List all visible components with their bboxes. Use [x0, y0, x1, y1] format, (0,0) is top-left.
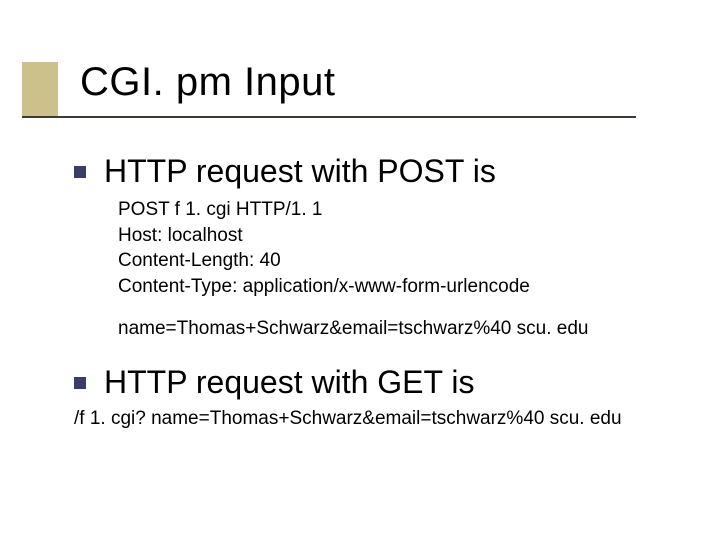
- bullet-text-get: HTTP request with GET is: [104, 365, 474, 400]
- post-host-header: Host: localhost: [118, 223, 690, 249]
- slide: CGI. pm Input HTTP request with POST is …: [0, 0, 720, 540]
- blank-line: [118, 300, 690, 316]
- square-bullet-icon: [74, 166, 86, 178]
- post-request-block: POST f 1. cgi HTTP/1. 1 Host: localhost …: [118, 197, 690, 341]
- slide-title: CGI. pm Input: [80, 60, 335, 105]
- square-bullet-icon: [74, 377, 86, 389]
- bullet-item-post: HTTP request with POST is: [74, 154, 690, 189]
- post-request-line: POST f 1. cgi HTTP/1. 1: [118, 197, 690, 223]
- bullet-item-get: HTTP request with GET is: [74, 365, 690, 400]
- bullet-text-post: HTTP request with POST is: [104, 154, 496, 189]
- post-body: name=Thomas+Schwarz&email=tschwarz%40 sc…: [118, 316, 690, 342]
- get-request-line: /f 1. cgi? name=Thomas+Schwarz&email=tsc…: [74, 407, 690, 432]
- slide-body: HTTP request with POST is POST f 1. cgi …: [74, 150, 690, 431]
- post-content-type-header: Content-Type: application/x-www-form-url…: [118, 274, 690, 300]
- title-accent-block: [22, 62, 58, 116]
- title-underline: [22, 116, 636, 118]
- post-content-length-header: Content-Length: 40: [118, 248, 690, 274]
